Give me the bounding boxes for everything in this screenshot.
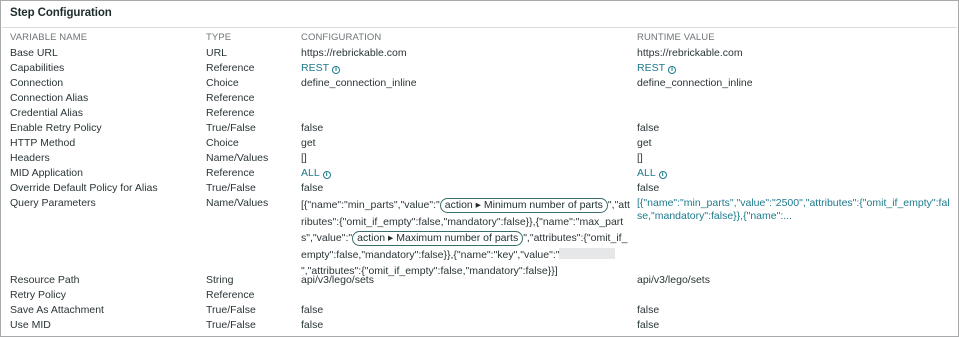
variable-type: True/False xyxy=(206,304,256,316)
variable-type: Reference xyxy=(206,107,255,119)
runtime-value: [] xyxy=(637,152,643,164)
configuration-value: [] xyxy=(301,152,307,164)
runtime-value: https://rebrickable.com xyxy=(637,47,743,59)
table-row: Base URL URL https://rebrickable.com htt… xyxy=(1,46,958,61)
variable-name: Connection Alias xyxy=(10,92,89,104)
mid-application-runtime-link[interactable]: ALL i xyxy=(637,166,667,181)
variable-type: Name/Values xyxy=(206,152,269,164)
configuration-value: define_connection_inline xyxy=(301,77,417,89)
mid-application-link[interactable]: ALL i xyxy=(301,166,331,181)
column-header-variable-name: VARIABLE NAME xyxy=(10,32,88,43)
runtime-value: define_connection_inline xyxy=(637,77,753,89)
variable-name: Connection xyxy=(10,77,64,89)
variable-type: True/False xyxy=(206,182,256,194)
variable-type: Reference xyxy=(206,62,255,74)
masked-api-key xyxy=(559,247,616,259)
table-row: Headers Name/Values [] [] xyxy=(1,151,958,166)
variable-type: Choice xyxy=(206,77,239,89)
info-icon[interactable]: i xyxy=(322,171,331,179)
variable-name: Use MID xyxy=(10,319,51,331)
query-text: [{"name":"min_parts","value":" xyxy=(301,199,440,211)
variable-name: Override Default Policy for Alias xyxy=(10,182,158,194)
panel-title: Step Configuration xyxy=(10,7,112,19)
variable-name: Retry Policy xyxy=(10,289,67,301)
runtime-value: false xyxy=(637,319,660,331)
mid-application-config-label: ALL xyxy=(301,167,320,179)
configuration-value: get xyxy=(301,137,316,149)
data-pill-max-parts[interactable]: action ▸ Maximum number of parts xyxy=(352,231,524,246)
table-row: Capabilities Reference REST i REST i xyxy=(1,61,958,76)
step-configuration-panel: Step Configuration VARIABLE NAME TYPE CO… xyxy=(0,0,959,337)
variable-type: Choice xyxy=(206,137,239,149)
table-row: Connection Choice define_connection_inli… xyxy=(1,76,958,91)
variable-type: String xyxy=(206,274,234,286)
info-icon[interactable]: i xyxy=(332,66,341,74)
query-parameters-runtime-link[interactable]: [{"name":"min_parts","value":"2500","att… xyxy=(637,197,953,222)
mid-application-runtime-label: ALL xyxy=(637,167,656,179)
table-row: Save As Attachment True/False false fals… xyxy=(1,303,958,318)
table-row: Enable Retry Policy True/False false fal… xyxy=(1,121,958,136)
table-row: Credential Alias Reference xyxy=(1,106,958,121)
column-header-type: TYPE xyxy=(206,32,232,43)
runtime-value: false xyxy=(637,182,660,194)
variable-name: Save As Attachment xyxy=(10,304,104,316)
variable-type: Reference xyxy=(206,167,255,179)
table-row: Connection Alias Reference xyxy=(1,91,958,106)
runtime-value: get xyxy=(637,137,652,149)
table-row: Retry Policy Reference xyxy=(1,288,958,303)
table-row: Override Default Policy for Alias True/F… xyxy=(1,181,958,196)
column-header-configuration: CONFIGURATION xyxy=(301,32,382,43)
variable-type: Reference xyxy=(206,289,255,301)
data-pill-min-parts[interactable]: action ▸ Minimum number of parts xyxy=(439,198,608,213)
runtime-value: false xyxy=(637,304,660,316)
capabilities-config-label: REST xyxy=(301,62,330,74)
variable-name: HTTP Method xyxy=(10,137,76,149)
variable-name: Capabilities xyxy=(10,62,65,74)
info-icon[interactable]: i xyxy=(668,66,677,74)
table-row: Resource Path String api/v3/lego/sets ap… xyxy=(1,273,958,288)
configuration-value: false xyxy=(301,319,324,331)
variable-type: Reference xyxy=(206,92,255,104)
title-divider xyxy=(2,27,957,28)
runtime-value: false xyxy=(637,122,660,134)
configuration-value: false xyxy=(301,122,324,134)
variable-name: Headers xyxy=(10,152,50,164)
variable-name: MID Application xyxy=(10,167,83,179)
configuration-value: https://rebrickable.com xyxy=(301,47,407,59)
table-row: Use MID True/False false false xyxy=(1,318,958,333)
runtime-value: api/v3/lego/sets xyxy=(637,274,710,286)
column-header-runtime-value: RUNTIME VALUE xyxy=(637,32,715,43)
configuration-value: api/v3/lego/sets xyxy=(301,274,374,286)
variable-name: Query Parameters xyxy=(10,197,96,209)
variable-name: Base URL xyxy=(10,47,58,59)
capabilities-runtime-label: REST xyxy=(637,62,666,74)
configuration-value: false xyxy=(301,304,324,316)
variable-type: URL xyxy=(206,47,228,59)
capabilities-runtime-link[interactable]: REST i xyxy=(637,61,677,76)
variable-type: True/False xyxy=(206,319,256,331)
info-icon[interactable]: i xyxy=(658,171,667,179)
table-row: MID Application Reference ALL i ALL i xyxy=(1,166,958,181)
variable-name: Resource Path xyxy=(10,274,80,286)
variable-name: Enable Retry Policy xyxy=(10,122,102,134)
capabilities-link[interactable]: REST i xyxy=(301,61,341,76)
variable-type: Name/Values xyxy=(206,197,269,209)
variable-type: True/False xyxy=(206,122,256,134)
variable-name: Credential Alias xyxy=(10,107,83,119)
table-row: HTTP Method Choice get get xyxy=(1,136,958,151)
query-parameters-configuration: [{"name":"min_parts","value":" action ▸ M… xyxy=(301,197,631,280)
configuration-value: false xyxy=(301,182,324,194)
